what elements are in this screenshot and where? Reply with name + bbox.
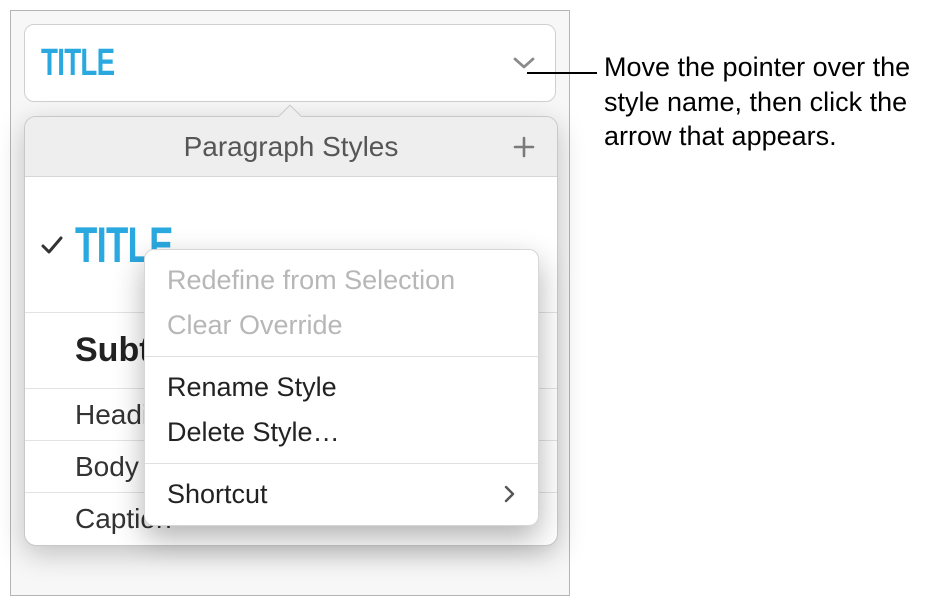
popover-title: Paragraph Styles	[184, 131, 399, 163]
menu-delete-style[interactable]: Delete Style…	[145, 410, 538, 455]
checkmark-icon	[39, 232, 65, 258]
menu-label: Delete Style…	[167, 417, 340, 448]
style-context-menu: Redefine from Selection Clear Override R…	[144, 249, 539, 526]
menu-redefine: Redefine from Selection	[145, 258, 538, 303]
style-body-preview: Body	[75, 451, 139, 483]
callout-text: Move the pointer over the style name, th…	[604, 50, 939, 154]
popover-header: Paragraph Styles	[25, 117, 557, 177]
menu-separator	[145, 463, 538, 464]
callout-leader-line	[527, 72, 597, 74]
popover-caret	[276, 103, 304, 117]
styles-panel: TITLE Paragraph Styles TITLE Su	[10, 10, 570, 596]
menu-label: Rename Style	[167, 372, 337, 403]
menu-separator	[145, 356, 538, 357]
current-style-label: TITLE	[41, 44, 114, 82]
chevron-right-icon	[504, 479, 516, 510]
menu-label: Shortcut	[167, 479, 268, 510]
menu-shortcut[interactable]: Shortcut	[145, 472, 538, 517]
menu-label: Clear Override	[167, 310, 343, 341]
menu-clear-override: Clear Override	[145, 303, 538, 348]
menu-rename-style[interactable]: Rename Style	[145, 365, 538, 410]
menu-label: Redefine from Selection	[167, 265, 455, 296]
style-selector-button[interactable]: TITLE	[24, 24, 556, 102]
add-style-button[interactable]	[509, 132, 539, 162]
chevron-down-icon	[513, 52, 535, 74]
